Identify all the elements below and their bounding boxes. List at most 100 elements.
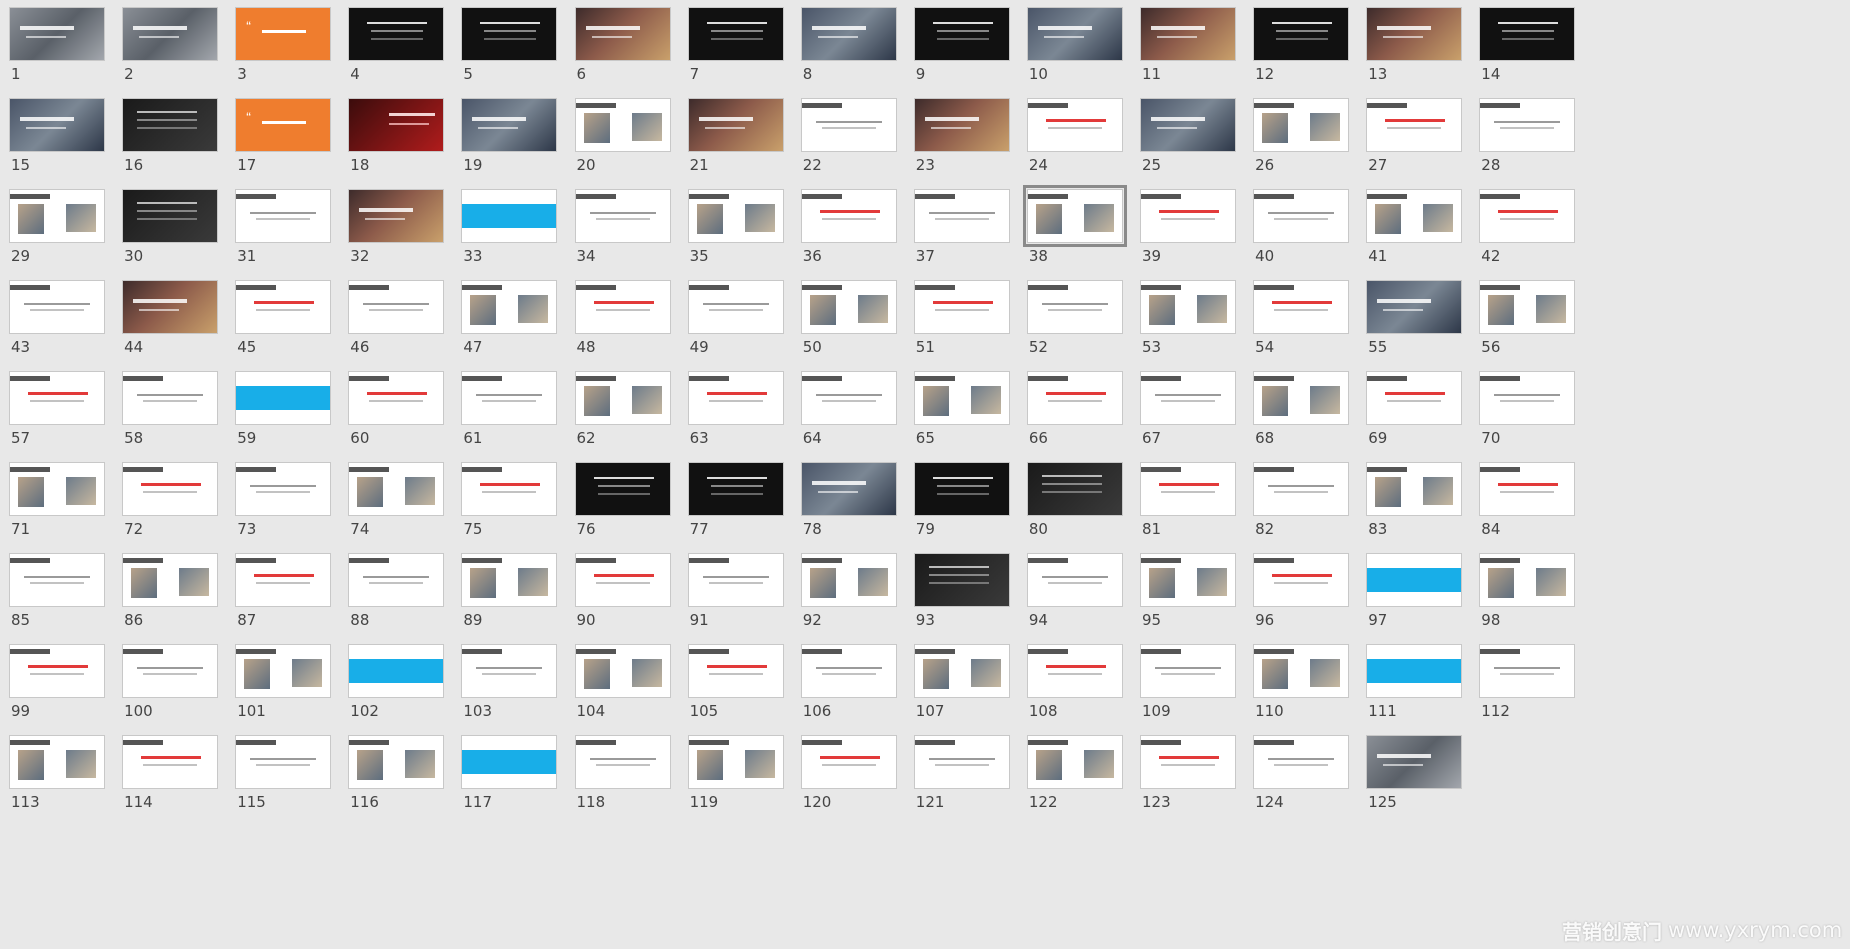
slide-thumbnail[interactable]: 123 [1140, 735, 1236, 811]
slide-preview[interactable] [9, 462, 105, 516]
slide-preview[interactable] [1253, 644, 1350, 698]
slide-thumbnail[interactable]: 15 [9, 98, 105, 174]
slide-thumbnail[interactable]: 87 [235, 553, 332, 629]
slide-thumbnail[interactable]: 64 [800, 371, 897, 447]
slide-preview[interactable] [800, 189, 897, 243]
slide-preview[interactable] [687, 280, 784, 334]
slide-preview[interactable] [1026, 371, 1123, 425]
slide-thumbnail[interactable]: 119 [687, 735, 784, 811]
slide-preview[interactable] [574, 7, 671, 61]
slide-preview[interactable] [913, 7, 1010, 61]
slide-preview[interactable] [913, 735, 1010, 789]
slide-preview[interactable] [235, 280, 332, 334]
slide-thumbnail[interactable]: 90 [574, 553, 671, 629]
slide-preview[interactable] [1366, 98, 1463, 152]
slide-preview[interactable] [1022, 185, 1127, 247]
slide-preview[interactable] [1140, 553, 1236, 607]
slide-thumbnail[interactable]: 54 [1253, 280, 1350, 356]
slide-preview[interactable] [1026, 280, 1123, 334]
slide-thumbnail[interactable]: 60 [348, 371, 445, 447]
slide-preview[interactable] [1140, 462, 1236, 516]
slide-thumbnail[interactable]: 28 [1479, 98, 1576, 174]
slide-thumbnail[interactable]: 66 [1026, 371, 1123, 447]
slide-preview[interactable] [461, 644, 558, 698]
slide-preview[interactable] [122, 280, 219, 334]
slide-thumbnail[interactable]: 52 [1026, 280, 1123, 356]
slide-preview[interactable] [1253, 735, 1350, 789]
slide-preview[interactable] [687, 553, 784, 607]
slide-preview[interactable] [1479, 98, 1576, 152]
slide-preview[interactable] [1366, 280, 1463, 334]
slide-preview[interactable] [1140, 735, 1236, 789]
slide-thumbnail[interactable]: 68 [1253, 371, 1350, 447]
slide-thumbnail[interactable]: 124 [1253, 735, 1350, 811]
slide-preview[interactable] [687, 462, 784, 516]
slide-thumbnail[interactable]: 11 [1140, 7, 1236, 83]
slide-thumbnail[interactable]: 36 [800, 189, 897, 265]
slide-preview[interactable] [461, 98, 558, 152]
slide-thumbnail[interactable]: 61 [461, 371, 558, 447]
slide-preview[interactable] [348, 280, 445, 334]
slide-thumbnail[interactable]: 114 [122, 735, 219, 811]
slide-preview[interactable] [687, 644, 784, 698]
slide-thumbnail[interactable]: 48 [574, 280, 671, 356]
slide-thumbnail[interactable]: 83 [1366, 462, 1463, 538]
slide-preview[interactable] [574, 735, 671, 789]
slide-thumbnail[interactable]: 40 [1253, 189, 1350, 265]
slide-thumbnail[interactable]: 78 [800, 462, 897, 538]
slide-preview[interactable] [9, 644, 105, 698]
slide-preview[interactable] [461, 735, 558, 789]
slide-preview[interactable] [574, 462, 671, 516]
slide-thumbnail[interactable]: 5 [461, 7, 558, 83]
slide-thumbnail[interactable]: 102 [348, 644, 445, 720]
slide-preview[interactable] [9, 371, 105, 425]
slide-preview[interactable] [1026, 462, 1123, 516]
slide-thumbnail[interactable]: 16 [122, 98, 219, 174]
slide-preview[interactable] [1366, 553, 1463, 607]
slide-thumbnail[interactable]: 86 [122, 553, 219, 629]
slide-preview[interactable] [1253, 7, 1350, 61]
slide-thumbnail[interactable]: 74 [348, 462, 445, 538]
slide-preview[interactable] [1479, 7, 1576, 61]
slide-thumbnail[interactable]: 101 [235, 644, 332, 720]
slide-preview[interactable] [913, 644, 1010, 698]
slide-preview[interactable] [1140, 7, 1236, 61]
slide-thumbnail[interactable]: 96 [1253, 553, 1350, 629]
slide-thumbnail[interactable]: 21 [687, 98, 784, 174]
slide-thumbnail[interactable]: 12 [1253, 7, 1350, 83]
slide-thumbnail[interactable]: 69 [1366, 371, 1463, 447]
slide-thumbnail[interactable]: 95 [1140, 553, 1236, 629]
slide-preview[interactable] [1479, 280, 1576, 334]
slide-thumbnail[interactable]: 107 [913, 644, 1010, 720]
slide-preview[interactable] [1140, 280, 1236, 334]
slide-preview[interactable] [461, 553, 558, 607]
slide-thumbnail[interactable]: 35 [687, 189, 784, 265]
slide-thumbnail[interactable]: 110 [1253, 644, 1350, 720]
slide-thumbnail[interactable]: 10 [1026, 7, 1123, 83]
slide-thumbnail[interactable]: 14 [1479, 7, 1576, 83]
slide-preview[interactable] [687, 7, 784, 61]
slide-preview[interactable] [461, 280, 558, 334]
slide-preview[interactable] [348, 644, 445, 698]
slide-preview[interactable]: “ [235, 98, 332, 152]
slide-preview[interactable] [1026, 735, 1123, 789]
slide-thumbnail[interactable]: 117 [461, 735, 558, 811]
slide-preview[interactable] [574, 644, 671, 698]
slide-preview[interactable] [461, 371, 558, 425]
slide-preview[interactable] [1366, 462, 1463, 516]
slide-preview[interactable] [235, 462, 332, 516]
slide-thumbnail[interactable]: 113 [9, 735, 105, 811]
slide-preview[interactable] [122, 189, 219, 243]
slide-preview[interactable] [461, 462, 558, 516]
slide-preview[interactable] [348, 7, 445, 61]
slide-preview[interactable] [122, 371, 219, 425]
slide-preview[interactable] [574, 553, 671, 607]
slide-preview[interactable] [1479, 553, 1576, 607]
slide-thumbnail[interactable]: 73 [235, 462, 332, 538]
slide-thumbnail[interactable]: 99 [9, 644, 105, 720]
slide-thumbnail[interactable]: 1 [9, 7, 105, 83]
slide-thumbnail[interactable]: 103 [461, 644, 558, 720]
slide-preview[interactable] [1140, 371, 1236, 425]
slide-thumbnail[interactable]: 29 [9, 189, 105, 265]
slide-thumbnail[interactable]: 45 [235, 280, 332, 356]
